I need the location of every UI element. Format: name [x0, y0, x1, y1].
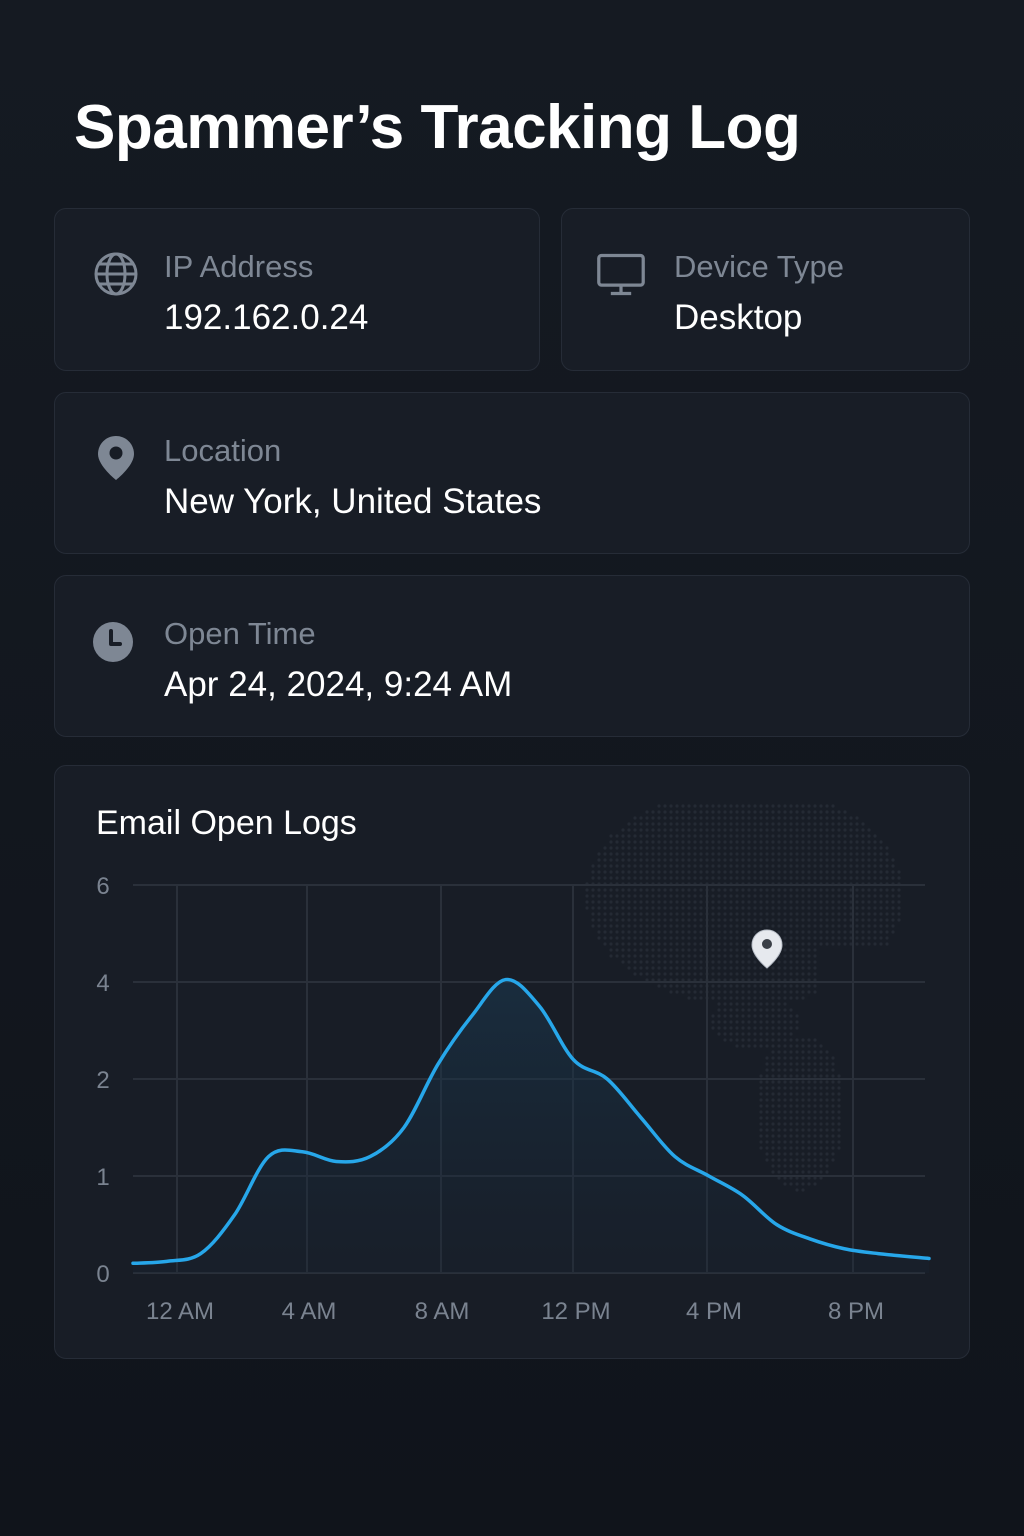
ip-address-label: IP Address [164, 249, 314, 284]
y-tick-label: 1 [96, 1164, 109, 1191]
email-open-logs-chart: 0 1 2 4 6 12 AM 4 AM 8 AM 12 PM 4 PM 8 PM [96, 804, 931, 1325]
location-card: Location New York, United States [54, 392, 970, 554]
y-tick-label: 0 [96, 1261, 109, 1288]
series-area [133, 979, 929, 1273]
open-time-value: Apr 24, 2024, 9:24 AM [164, 665, 513, 704]
chart-title: Email Open Logs [96, 804, 357, 842]
x-tick-label: 4 AM [282, 1298, 337, 1325]
map-pin-dot [762, 939, 772, 949]
location-value: New York, United States [164, 482, 542, 521]
ip-address-card: IP Address 192.162.0.24 [54, 208, 540, 371]
x-tick-label: 12 AM [146, 1298, 214, 1325]
device-type-value: Desktop [674, 298, 803, 337]
clock-icon [93, 622, 133, 662]
open-time-card: Open Time Apr 24, 2024, 9:24 AM [54, 575, 970, 737]
monitor-icon [597, 253, 645, 296]
device-type-card: Device Type Desktop [561, 208, 970, 371]
open-time-label: Open Time [164, 616, 316, 651]
y-tick-label: 4 [96, 970, 109, 997]
ip-address-value: 192.162.0.24 [164, 298, 369, 337]
x-tick-label: 8 AM [415, 1298, 470, 1325]
chart-series [131, 977, 931, 1273]
location-label: Location [164, 433, 282, 468]
page-title: Spammer’s Tracking Log [74, 93, 801, 162]
device-type-label: Device Type [674, 249, 845, 284]
globe-icon [94, 252, 138, 296]
y-tick-label: 6 [96, 873, 109, 900]
email-open-logs-card: 0 1 2 4 6 12 AM 4 AM 8 AM 12 PM 4 PM 8 PM Email Op… [54, 765, 970, 1359]
map-pin-icon [98, 436, 134, 480]
x-tick-label: 12 PM [541, 1298, 610, 1325]
x-tick-label: 4 PM [686, 1298, 742, 1325]
x-tick-label: 8 PM [828, 1298, 884, 1325]
y-tick-label: 2 [96, 1067, 109, 1094]
